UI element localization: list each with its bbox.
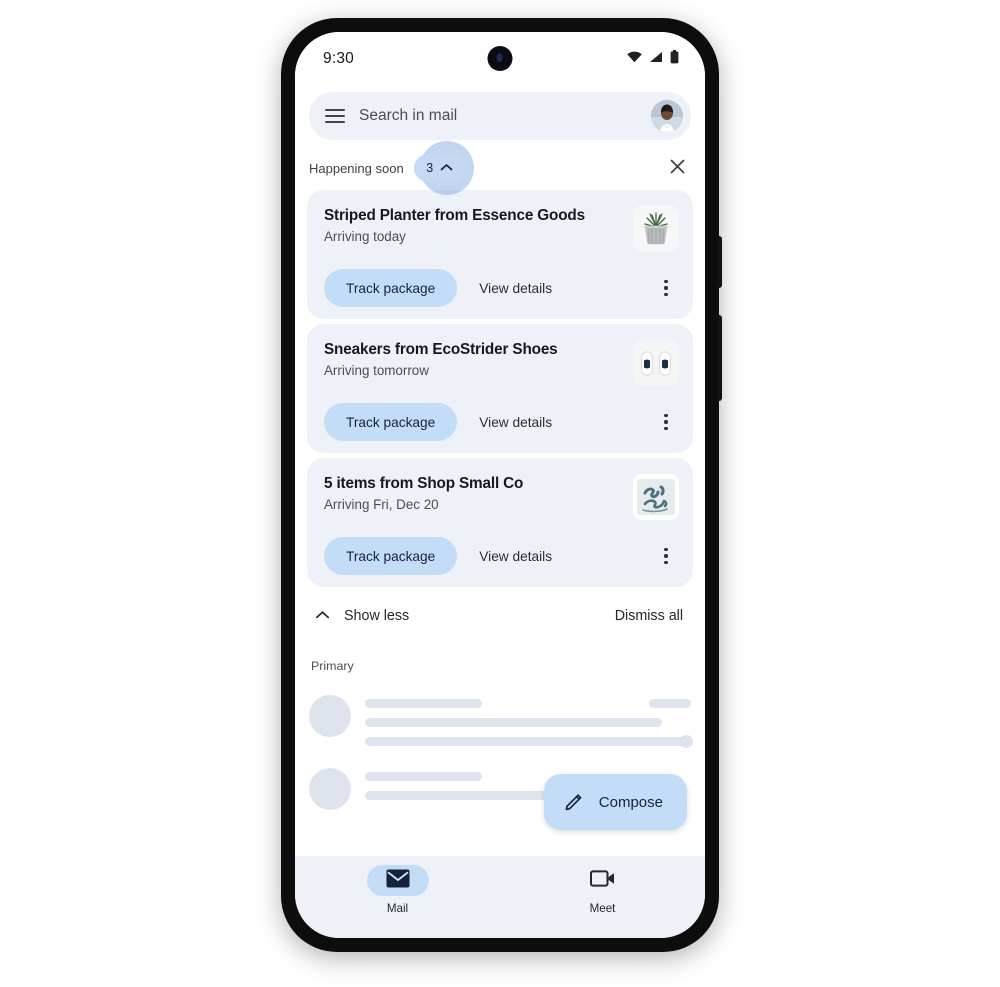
package-card-text: Striped Planter from Essence Goods Arriv… [324, 206, 621, 244]
nav-label-meet: Meet [589, 902, 616, 915]
placeholder-bar [365, 772, 483, 781]
bottom-navigation: Mail Meet [295, 856, 705, 938]
hamburger-menu-icon[interactable] [325, 109, 345, 123]
happening-soon-title: Happening soon [309, 160, 404, 176]
package-arrival: Arriving today [324, 229, 406, 245]
view-details-button[interactable]: View details [461, 269, 570, 307]
more-options-icon[interactable] [653, 407, 679, 437]
signal-icon [649, 50, 663, 68]
avatar[interactable] [651, 100, 683, 132]
front-camera-punch-hole [487, 46, 513, 71]
show-less-label: Show less [344, 608, 410, 624]
list-item[interactable] [309, 687, 693, 760]
happening-soon-count: 3 [426, 161, 434, 175]
wifi-icon [627, 50, 642, 68]
close-x-icon[interactable] [670, 159, 685, 178]
happening-soon-header: Happening soon 3 [295, 141, 705, 195]
happening-soon-count-chip[interactable]: 3 [413, 154, 466, 182]
battery-icon [670, 49, 679, 69]
package-title: 5 items from Shop Small Co [324, 475, 524, 492]
package-card-actions: Track package View details [324, 403, 679, 441]
placeholder-bar [365, 718, 662, 727]
list-item-lines [365, 695, 691, 746]
package-card-header: 5 items from Shop Small Co Arriving Fri,… [324, 474, 679, 520]
package-card-list: Striped Planter from Essence Goods Arriv… [295, 190, 705, 587]
package-card[interactable]: Sneakers from EcoStrider Shoes Arriving … [307, 324, 693, 453]
package-card-header: Striped Planter from Essence Goods Arriv… [324, 206, 679, 252]
placeholder-dot [680, 735, 693, 748]
placeholder-bar [365, 699, 483, 708]
show-less-button[interactable]: Show less [315, 607, 409, 625]
view-details-button[interactable]: View details [461, 537, 570, 575]
package-card-text: Sneakers from EcoStrider Shoes Arriving … [324, 340, 621, 378]
search-bar[interactable]: Search in mail [309, 92, 691, 140]
video-camera-icon [589, 869, 616, 893]
placeholder-bar [365, 737, 691, 746]
chevron-up-icon [315, 607, 330, 625]
package-card[interactable]: Striped Planter from Essence Goods Arriv… [307, 190, 693, 319]
package-title: Sneakers from EcoStrider Shoes [324, 341, 558, 358]
package-card[interactable]: 5 items from Shop Small Co Arriving Fri,… [307, 458, 693, 587]
nav-item-mail[interactable]: Mail [295, 865, 500, 915]
phone-screen: 9:30 Search in mail Happening soon 3 Str… [295, 32, 705, 938]
sneakers-thumbnail [633, 340, 679, 386]
chevron-up-icon [440, 159, 453, 177]
package-title: Striped Planter from Essence Goods [324, 207, 585, 224]
compose-button[interactable]: Compose [543, 774, 687, 830]
track-package-button[interactable]: Track package [324, 537, 458, 575]
search-input[interactable]: Search in mail [359, 107, 637, 125]
package-card-header: Sneakers from EcoStrider Shoes Arriving … [324, 340, 679, 386]
package-card-text: 5 items from Shop Small Co Arriving Fri,… [324, 474, 621, 512]
power-button[interactable] [717, 315, 722, 401]
status-time: 9:30 [323, 50, 354, 67]
nav-pill [572, 865, 634, 896]
avatar [309, 695, 351, 737]
pencil-edit-icon [564, 790, 585, 815]
more-options-icon[interactable] [653, 273, 679, 303]
avatar [309, 768, 351, 810]
dismiss-all-button[interactable]: Dismiss all [615, 608, 683, 624]
package-card-actions: Track package View details [324, 269, 679, 307]
phone-frame: 9:30 Search in mail Happening soon 3 Str… [281, 18, 722, 952]
envelope-icon [386, 869, 410, 893]
planter-thumbnail [633, 206, 679, 252]
volume-button[interactable] [717, 236, 722, 288]
status-icons [627, 49, 679, 69]
nav-pill-active [366, 865, 429, 896]
nav-label-mail: Mail [386, 902, 409, 915]
package-arrival: Arriving Fri, Dec 20 [324, 497, 439, 513]
more-options-icon[interactable] [653, 541, 679, 571]
search-bar-container: Search in mail [295, 86, 705, 144]
compose-label: Compose [598, 793, 663, 811]
status-bar: 9:30 [295, 32, 705, 86]
happening-soon-chip-area: 3 [413, 141, 474, 195]
package-arrival: Arriving tomorrow [324, 363, 429, 379]
track-package-button[interactable]: Track package [324, 269, 458, 307]
shop-small-logo-thumbnail [633, 474, 679, 520]
view-details-button[interactable]: View details [461, 403, 570, 441]
nav-item-meet[interactable]: Meet [500, 865, 705, 915]
track-package-button[interactable]: Track package [324, 403, 458, 441]
package-card-actions: Track package View details [324, 537, 679, 575]
placeholder-timestamp [649, 699, 691, 708]
package-list-footer: Show less Dismiss all [295, 587, 705, 641]
primary-section-label: Primary [311, 659, 354, 673]
